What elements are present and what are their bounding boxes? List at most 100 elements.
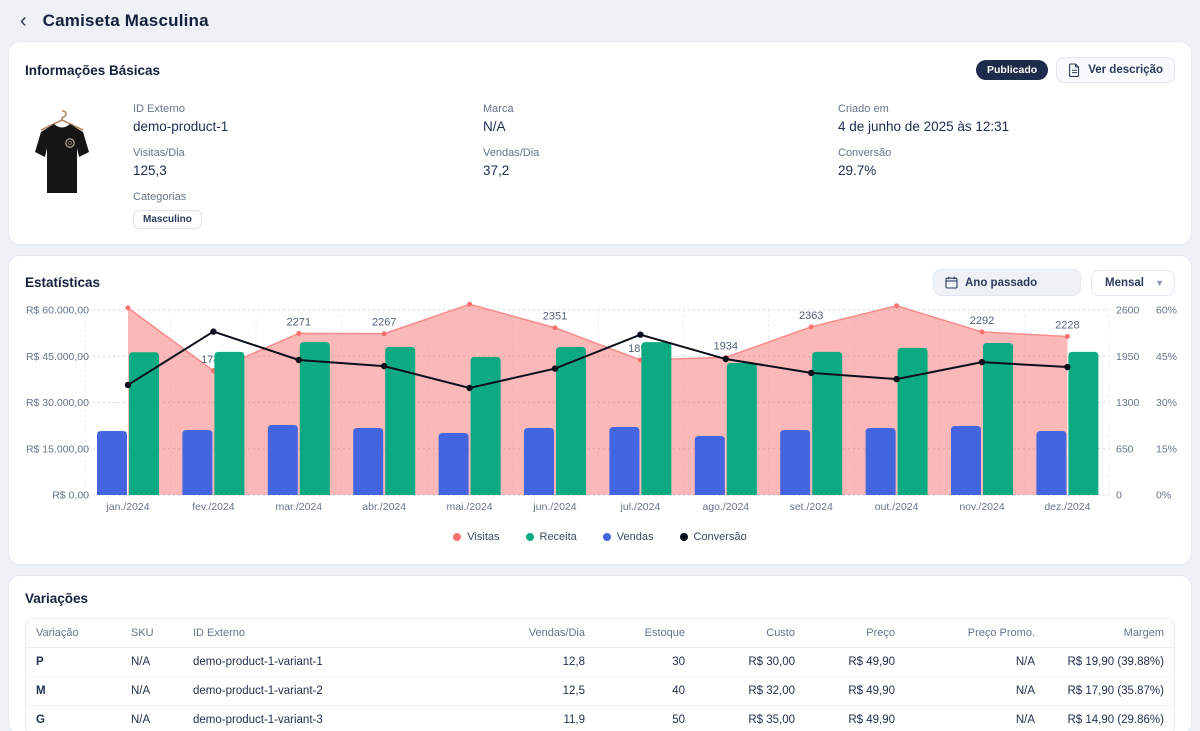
chart-legend: Visitas Receita Vendas Conversão [25, 531, 1175, 543]
legend-dot [603, 533, 611, 541]
legend-item-converso[interactable]: Conversão [680, 531, 747, 543]
field-criado-em: Criado em 4 de junho de 2025 às 12:31 [838, 103, 1175, 134]
document-icon [1068, 63, 1081, 77]
product-image [25, 103, 133, 229]
right-axis-percent-tick: 30% [1156, 397, 1177, 409]
left-axis-tick: R$ 45.000,00 [26, 351, 89, 363]
visitas-label: 2363 [799, 310, 823, 322]
table-cell: R$ 49,90 [805, 648, 905, 677]
field-vendas-dia: Vendas/Dia 37,2 [483, 147, 838, 178]
date-range-button[interactable]: Ano passado [933, 269, 1081, 296]
statistics-chart[interactable]: 174622712267235118971934236322922228R$ 6… [25, 300, 1175, 523]
right-axis-count-tick: 1950 [1116, 351, 1140, 363]
granularity-select[interactable]: Mensal ▼ [1091, 270, 1175, 296]
x-axis-label: set./2024 [790, 501, 833, 513]
legend-dot [453, 533, 461, 541]
variations-title: Variações [25, 591, 1175, 606]
table-row[interactable]: GN/Ademo-product-1-variant-311,950R$ 35,… [26, 706, 1174, 731]
category-chip: Masculino [133, 210, 202, 229]
left-axis-tick: R$ 30.000,00 [26, 397, 89, 409]
view-description-button[interactable]: Ver descrição [1056, 57, 1175, 83]
right-axis-count-tick: 2600 [1116, 305, 1140, 317]
table-cell: N/A [905, 706, 1045, 731]
table-cell: R$ 17,90 (35.87%) [1045, 677, 1174, 706]
variations-card: Variações VariaçãoSKUID ExternoVendas/Di… [8, 575, 1192, 731]
back-button[interactable]: ‹ [18, 13, 29, 29]
table-cell: R$ 19,90 (39.88%) [1045, 648, 1174, 677]
table-row[interactable]: MN/Ademo-product-1-variant-212,540R$ 32,… [26, 677, 1174, 706]
table-cell: 12,5 [475, 677, 595, 706]
statistics-title: Estatísticas [25, 275, 100, 290]
right-axis-percent-tick: 0% [1156, 490, 1171, 502]
right-axis-percent-tick: 15% [1156, 443, 1177, 455]
x-axis-label: out./2024 [875, 501, 919, 513]
chevron-down-icon: ▼ [1155, 278, 1164, 288]
calendar-icon [945, 276, 958, 289]
statistics-card: Estatísticas Ano passado Mensal ▼ 174622… [8, 255, 1192, 565]
hanger-icon [41, 111, 83, 130]
right-axis-count-tick: 0 [1116, 490, 1122, 502]
field-visitas-dia: Visitas/Dia 125,3 [133, 147, 483, 178]
chart-canvas: 174622712267235118971934236322922228R$ 6… [25, 300, 1177, 518]
table-cell: M [26, 677, 121, 706]
column-header: Margem [1045, 619, 1174, 648]
left-axis-tick: R$ 60.000,00 [26, 305, 89, 317]
table-row[interactable]: PN/Ademo-product-1-variant-112,830R$ 30,… [26, 648, 1174, 677]
x-axis-label: jun./2024 [532, 501, 576, 513]
visitas-label: 2228 [1055, 319, 1079, 331]
right-axis-percent-tick: 45% [1156, 351, 1177, 363]
table-cell: N/A [905, 677, 1045, 706]
legend-item-visitas[interactable]: Visitas [453, 531, 499, 543]
table-cell: P [26, 648, 121, 677]
right-axis-count-tick: 1300 [1116, 397, 1140, 409]
x-axis-label: jul./2024 [620, 501, 661, 513]
column-header: ID Externo [183, 619, 475, 648]
visitas-label: 2292 [970, 315, 994, 327]
table-cell: R$ 30,00 [695, 648, 805, 677]
x-axis-label: abr./2024 [362, 501, 406, 513]
x-axis-label: jan./2024 [105, 501, 149, 513]
table-cell: 11,9 [475, 706, 595, 731]
visitas-label: 2351 [543, 311, 567, 323]
basic-info-title: Informações Básicas [25, 63, 160, 78]
left-axis-tick: R$ 15.000,00 [26, 443, 89, 455]
x-axis-label: fev./2024 [192, 501, 235, 513]
tshirt-shape [35, 124, 89, 193]
column-header: Vendas/Dia [475, 619, 595, 648]
table-cell: N/A [121, 677, 183, 706]
column-header: Variação [26, 619, 121, 648]
variations-table: VariaçãoSKUID ExternoVendas/DiaEstoqueCu… [25, 618, 1175, 731]
table-cell: 12,8 [475, 648, 595, 677]
field-marca: Marca N/A [483, 103, 838, 134]
legend-item-receita[interactable]: Receita [526, 531, 577, 543]
visitas-label: 1934 [714, 340, 738, 352]
table-cell: N/A [905, 648, 1045, 677]
table-cell: R$ 32,00 [695, 677, 805, 706]
basic-info-card: Informações Básicas Publicado Ver descri… [8, 41, 1192, 245]
column-header: Estoque [595, 619, 695, 648]
right-axis-percent-tick: 60% [1156, 305, 1177, 317]
legend-dot [526, 533, 534, 541]
page-title: Camiseta Masculina [43, 11, 209, 31]
table-cell: R$ 49,90 [805, 677, 905, 706]
x-axis-label: ago./2024 [702, 501, 749, 513]
field-conversao: Conversão 29.7% [838, 147, 1175, 178]
x-axis-label: mar./2024 [275, 501, 322, 513]
table-cell: N/A [121, 648, 183, 677]
right-axis-count-tick: 650 [1116, 443, 1134, 455]
table-cell: demo-product-1-variant-1 [183, 648, 475, 677]
table-cell: 40 [595, 677, 695, 706]
table-cell: R$ 49,90 [805, 706, 905, 731]
page-header: ‹ Camiseta Masculina [0, 0, 1200, 41]
visitas-label: 2271 [287, 316, 311, 328]
status-badge: Publicado [976, 60, 1048, 80]
table-cell: 30 [595, 648, 695, 677]
legend-item-vendas[interactable]: Vendas [603, 531, 654, 543]
column-header: Preço [805, 619, 905, 648]
table-cell: demo-product-1-variant-2 [183, 677, 475, 706]
table-cell: N/A [121, 706, 183, 731]
table-cell: R$ 35,00 [695, 706, 805, 731]
visitas-label: 2267 [372, 317, 396, 329]
left-axis-tick: R$ 0,00 [52, 490, 89, 502]
column-header: SKU [121, 619, 183, 648]
